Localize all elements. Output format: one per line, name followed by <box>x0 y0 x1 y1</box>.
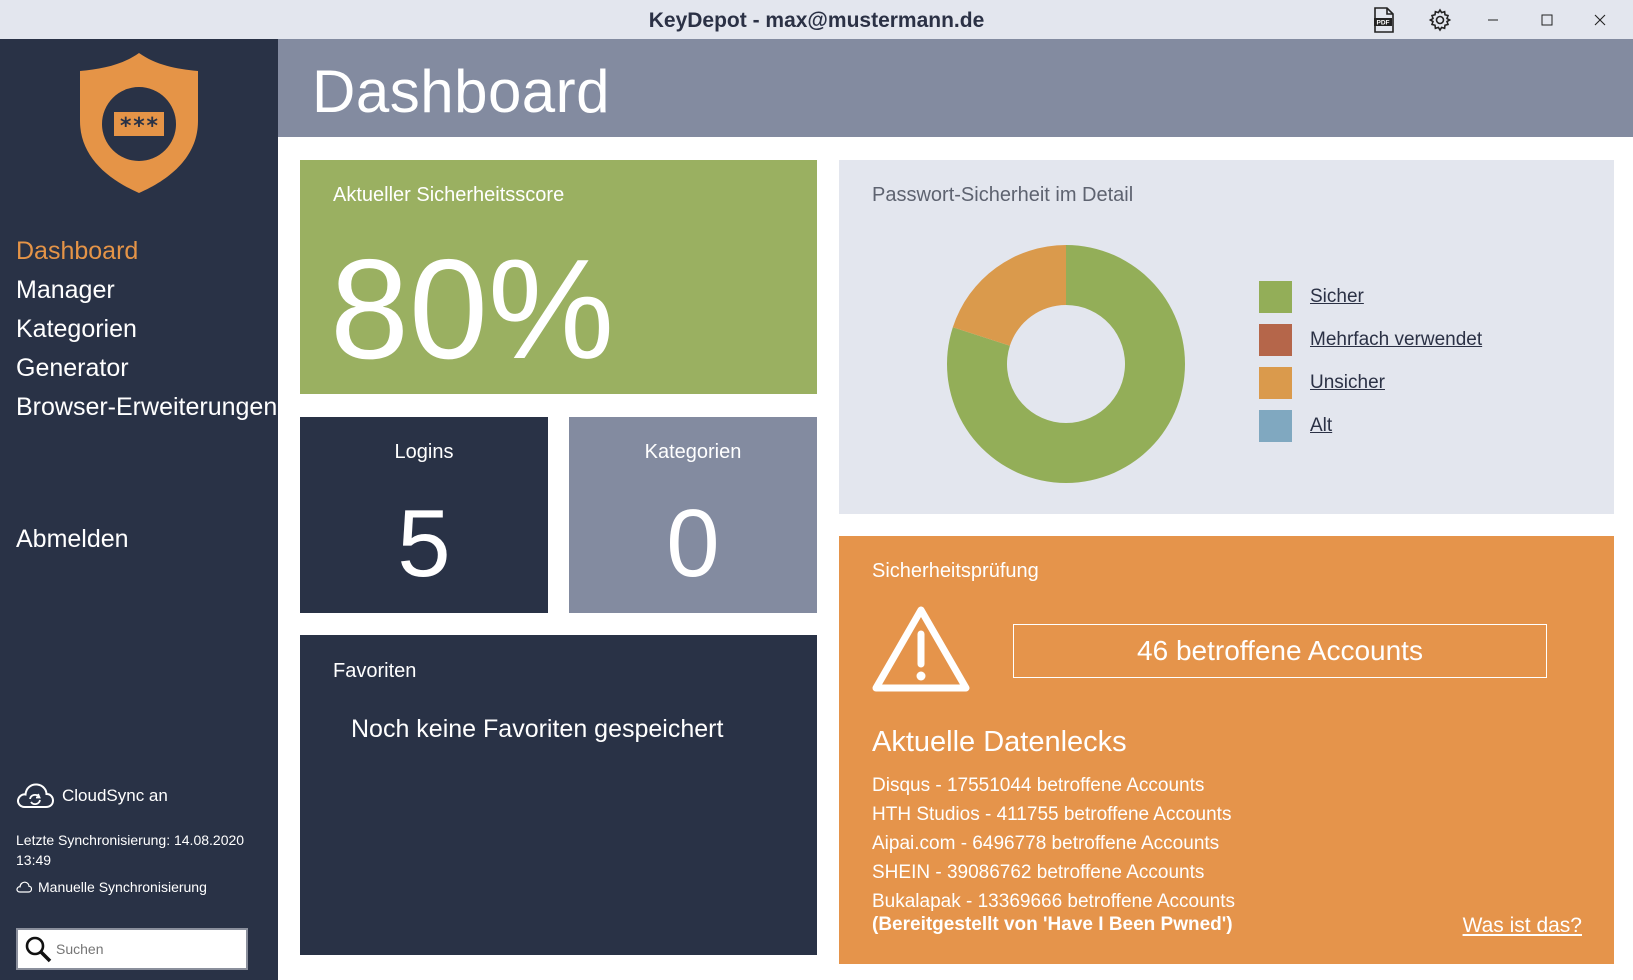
search-icon <box>25 936 52 963</box>
manual-sync-link[interactable]: Manuelle Synchronisierung <box>16 879 207 895</box>
maximize-icon <box>1541 14 1553 25</box>
cloud-refresh-icon <box>16 881 32 893</box>
donut-slice-unsicher <box>952 245 1066 346</box>
nav-item-kategorien[interactable]: Kategorien <box>16 310 277 349</box>
security-score-label: Aktueller Sicherheitsscore <box>333 184 565 206</box>
gear-icon <box>1428 7 1452 32</box>
security-check-label: Sicherheitsprüfung <box>872 560 1039 582</box>
legend-swatch <box>1259 324 1292 356</box>
sidebar: *** Dashboard Manager Kategorien Generat… <box>0 39 278 980</box>
nav-item-dashboard[interactable]: Dashboard <box>16 232 277 271</box>
settings-button[interactable] <box>1415 0 1465 39</box>
close-button[interactable] <box>1575 0 1625 39</box>
list-item: Bukalapak - 13369666 betroffene Accounts <box>872 891 1236 912</box>
favorites-empty-text: Noch keine Favoriten gespeichert <box>351 715 724 743</box>
data-leaks-heading: Aktuelle Datenlecks <box>872 726 1127 758</box>
password-donut-chart <box>947 245 1185 483</box>
maximize-button[interactable] <box>1522 0 1572 39</box>
categories-label: Kategorien <box>644 441 742 463</box>
pdf-export-button[interactable]: PDF <box>1359 0 1409 39</box>
legend-label: Alt <box>1310 415 1333 436</box>
logins-label: Logins <box>394 441 454 463</box>
pdf-icon: PDF <box>1374 6 1394 33</box>
logout-link[interactable]: Abmelden <box>16 525 129 554</box>
favorites-label: Favoriten <box>333 660 417 682</box>
shield-logo-icon: *** <box>80 53 198 193</box>
manual-sync-label: Manuelle Synchronisierung <box>38 879 207 895</box>
security-score-value: 80% <box>330 230 615 389</box>
hibp-credit: (Bereitgestellt von 'Have I Been Pwned') <box>872 914 1233 935</box>
password-detail-label: Passwort-Sicherheit im Detail <box>872 184 1134 206</box>
search-box <box>16 928 248 970</box>
categories-count: 0 <box>666 490 720 597</box>
minimize-icon <box>1488 19 1498 20</box>
nav-item-browser-erweiterungen[interactable]: Browser-Erweiterungen <box>16 388 277 427</box>
data-leaks-list: Disqus - 17551044 betroffene Accounts HT… <box>872 771 1235 916</box>
cloud-sync-icon <box>17 783 54 808</box>
pdf-icon-label: PDF <box>1377 19 1390 26</box>
close-icon <box>1594 14 1606 25</box>
logins-card[interactable]: Logins 5 <box>300 417 548 613</box>
title-bar: KeyDepot - max@mustermann.de PDF <box>0 0 1633 39</box>
list-item: Disqus - 17551044 betroffene Accounts <box>872 775 1205 796</box>
legend-label: Sicher <box>1310 286 1364 307</box>
what-is-this-link[interactable]: Was ist das? <box>1463 914 1582 938</box>
legend-item-mehrfach-verwendet[interactable]: Mehrfach verwendet <box>1259 324 1482 356</box>
legend-label: Mehrfach verwendet <box>1310 329 1483 350</box>
legend-swatch <box>1259 281 1292 313</box>
warning-icon <box>872 606 970 692</box>
page-header: Dashboard <box>278 39 1633 137</box>
security-check-card: Sicherheitsprüfung 46 betroffene Account… <box>839 536 1614 964</box>
cloud-sync-status: CloudSync an <box>16 782 168 810</box>
categories-card[interactable]: Kategorien 0 <box>569 417 817 613</box>
list-item: HTH Studios - 411755 betroffene Accounts <box>872 804 1232 825</box>
main-nav: Dashboard Manager Kategorien Generator B… <box>16 232 277 427</box>
password-detail-card: Passwort-Sicherheit im Detail Sicher Meh… <box>839 160 1614 514</box>
affected-accounts-button[interactable]: 46 betroffene Accounts <box>1013 624 1547 678</box>
list-item: Aipai.com - 6496778 betroffene Accounts <box>872 833 1220 854</box>
last-sync-info: Letzte Synchronisierung: 14.08.2020 13:4… <box>16 832 245 868</box>
nav-item-generator[interactable]: Generator <box>16 349 277 388</box>
search-input[interactable] <box>56 941 236 957</box>
legend-label: Unsicher <box>1310 372 1385 393</box>
logins-count: 5 <box>397 490 451 597</box>
favorites-card: Favoriten Noch keine Favoriten gespeiche… <box>300 635 817 955</box>
legend-swatch <box>1259 367 1292 399</box>
legend-item-sicher[interactable]: Sicher <box>1259 281 1482 313</box>
page-title: Dashboard <box>312 58 611 125</box>
chart-legend: Sicher Mehrfach verwendet Unsicher Alt <box>1259 281 1482 453</box>
minimize-button[interactable] <box>1468 0 1518 39</box>
legend-item-alt[interactable]: Alt <box>1259 410 1482 442</box>
logo-text: *** <box>119 114 159 139</box>
legend-swatch <box>1259 410 1292 442</box>
nav-item-manager[interactable]: Manager <box>16 271 277 310</box>
legend-item-unsicher[interactable]: Unsicher <box>1259 367 1482 399</box>
list-item: SHEIN - 39086762 betroffene Accounts <box>872 862 1205 883</box>
security-score-card: Aktueller Sicherheitsscore 80% <box>300 160 817 394</box>
cloud-sync-label: CloudSync an <box>62 786 168 805</box>
